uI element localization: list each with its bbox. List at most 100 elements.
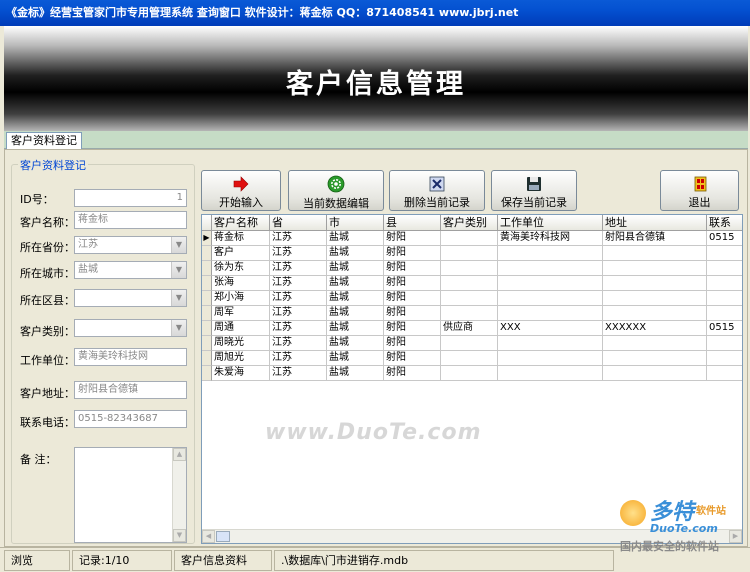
table-cell[interactable] [603,261,707,276]
column-header[interactable]: 省 [270,215,327,231]
table-cell[interactable] [441,351,498,366]
table-row[interactable]: 周旭光 江苏 盐城 射阳 [202,351,742,366]
table-cell[interactable]: 盐城 [327,276,384,291]
scroll-right-icon[interactable]: ▶ [729,530,742,543]
table-cell[interactable]: 江苏 [270,306,327,321]
table-cell[interactable]: 射阳 [384,261,441,276]
table-cell[interactable]: 江苏 [270,336,327,351]
table-cell[interactable]: 射阳 [384,246,441,261]
table-cell[interactable]: 射阳 [384,321,441,336]
table-cell[interactable]: 盐城 [327,231,384,246]
table-row[interactable]: 周通 江苏 盐城 射阳 供应商 XXX XXXXXX 0515 [202,321,742,336]
save-record-button[interactable]: 保存当前记录 [491,170,577,211]
table-cell[interactable] [603,306,707,321]
table-cell[interactable]: 江苏 [270,276,327,291]
table-cell[interactable]: 盐城 [327,321,384,336]
table-cell[interactable]: 0515 [707,321,742,336]
table-cell[interactable]: 郑小海 [212,291,270,306]
table-cell[interactable] [498,276,603,291]
scroll-down-icon[interactable]: ▼ [173,529,186,542]
chevron-down-icon[interactable]: ▼ [171,320,186,336]
table-cell[interactable] [603,366,707,381]
table-cell[interactable]: 盐城 [327,351,384,366]
table-cell[interactable]: 盐城 [327,366,384,381]
table-cell[interactable] [441,246,498,261]
table-cell[interactable]: 朱爱海 [212,366,270,381]
column-header[interactable]: 工作单位 [498,215,603,231]
column-header[interactable]: 客户名称 [212,215,270,231]
table-cell[interactable] [498,366,603,381]
table-cell[interactable]: 周晓光 [212,336,270,351]
table-cell[interactable]: 射阳 [384,306,441,321]
table-cell[interactable]: 盐城 [327,261,384,276]
table-cell[interactable]: 供应商 [441,321,498,336]
table-row[interactable]: 郑小海 江苏 盐城 射阳 [202,291,742,306]
row-selector[interactable]: ▶ [202,231,212,246]
table-row[interactable]: 徐为东 江苏 盐城 射阳 [202,261,742,276]
row-selector[interactable] [202,306,212,321]
table-row[interactable]: 客户 江苏 盐城 射阳 [202,246,742,261]
table-row[interactable]: ▶ 蒋金标 江苏 盐城 射阳 黄海美玲科技网 射阳县合德镇 0515 [202,231,742,246]
table-cell[interactable] [441,231,498,246]
edit-record-button[interactable]: 当前数据编辑 [288,170,384,211]
scroll-up-icon[interactable]: ▲ [173,448,186,461]
table-cell[interactable]: 射阳县合德镇 [603,231,707,246]
table-row[interactable]: 张海 江苏 盐城 射阳 [202,276,742,291]
table-cell[interactable]: 江苏 [270,246,327,261]
row-selector[interactable] [202,246,212,261]
table-cell[interactable]: 周军 [212,306,270,321]
table-cell[interactable] [603,291,707,306]
table-cell[interactable] [441,336,498,351]
column-header[interactable]: 联系 [707,215,742,231]
tab-customer-registration[interactable]: 客户资料登记 [6,132,82,149]
table-cell[interactable] [707,261,742,276]
table-cell[interactable]: 射阳 [384,276,441,291]
table-cell[interactable] [441,306,498,321]
table-cell[interactable]: 江苏 [270,261,327,276]
table-cell[interactable]: 徐为东 [212,261,270,276]
table-cell[interactable]: XXX [498,321,603,336]
row-selector[interactable] [202,261,212,276]
table-cell[interactable]: 盐城 [327,306,384,321]
table-cell[interactable] [498,336,603,351]
table-horizontal-scrollbar[interactable]: ◀ ▶ [202,529,742,543]
table-cell[interactable] [707,336,742,351]
table-cell[interactable] [707,246,742,261]
city-select[interactable]: 盐城 ▼ [74,261,187,279]
table-cell[interactable]: XXXXXX [603,321,707,336]
table-cell[interactable] [707,366,742,381]
table-cell[interactable]: 江苏 [270,231,327,246]
table-cell[interactable] [498,351,603,366]
table-row[interactable]: 周晓光 江苏 盐城 射阳 [202,336,742,351]
table-row[interactable]: 朱爱海 江苏 盐城 射阳 [202,366,742,381]
table-cell[interactable]: 江苏 [270,321,327,336]
table-cell[interactable] [603,276,707,291]
table-cell[interactable]: 蒋金标 [212,231,270,246]
table-cell[interactable] [498,306,603,321]
table-cell[interactable] [603,351,707,366]
column-header[interactable]: 县 [384,215,441,231]
table-cell[interactable] [707,306,742,321]
table-cell[interactable]: 射阳 [384,336,441,351]
table-cell[interactable] [498,291,603,306]
notes-textarea[interactable]: ▲ ▼ [74,447,187,543]
table-cell[interactable]: 客户 [212,246,270,261]
table-cell[interactable] [603,246,707,261]
row-selector[interactable] [202,321,212,336]
table-cell[interactable]: 江苏 [270,366,327,381]
table-cell[interactable]: 射阳 [384,351,441,366]
table-cell[interactable] [707,291,742,306]
table-cell[interactable]: 黄海美玲科技网 [498,231,603,246]
table-cell[interactable] [441,291,498,306]
table-cell[interactable]: 江苏 [270,291,327,306]
county-select[interactable]: ▼ [74,289,187,307]
table-cell[interactable] [498,246,603,261]
delete-record-button[interactable]: 删除当前记录 [389,170,485,211]
row-selector[interactable] [202,276,212,291]
company-field[interactable]: 黄海美玲科技网 [74,348,187,366]
table-cell[interactable]: 江苏 [270,351,327,366]
table-cell[interactable]: 周通 [212,321,270,336]
id-field[interactable]: 1 [74,189,187,207]
start-input-button[interactable]: 开始输入 [201,170,281,211]
table-cell[interactable]: 张海 [212,276,270,291]
